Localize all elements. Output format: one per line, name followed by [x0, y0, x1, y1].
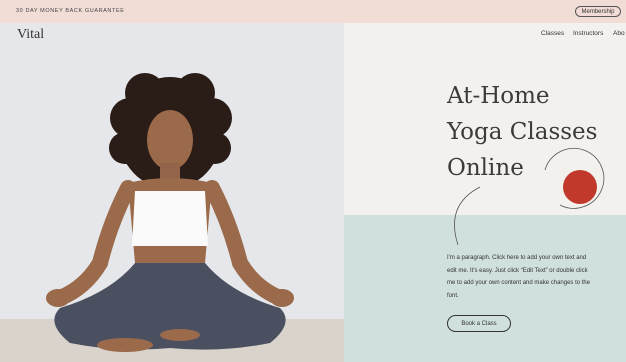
hero-title-line-2: Yoga Classes	[447, 119, 598, 145]
hero-title: At-Home Yoga Classes Online	[447, 78, 617, 186]
book-class-button[interactable]: Book a Class	[447, 315, 511, 332]
guarantee-text: 30 DAY MONEY BACK GUARANTEE	[16, 8, 125, 14]
yoga-woman-illustration	[46, 73, 294, 352]
hero-title-line-1: At-Home	[447, 83, 550, 109]
nav-instructors[interactable]: Instructors	[573, 30, 603, 37]
logo[interactable]: Vital	[17, 27, 44, 43]
hero-paragraph: I'm a paragraph. Click here to add your …	[447, 255, 591, 299]
nav-classes[interactable]: Classes	[541, 30, 564, 37]
membership-button[interactable]: Membership	[575, 6, 621, 17]
hero-content-panel	[344, 23, 626, 362]
announcement-bar: 30 DAY MONEY BACK GUARANTEE Membership	[0, 0, 626, 24]
hero-title-line-3: Online	[447, 155, 524, 181]
hero-photo	[0, 23, 344, 362]
nav-about[interactable]: Abo	[613, 30, 625, 37]
